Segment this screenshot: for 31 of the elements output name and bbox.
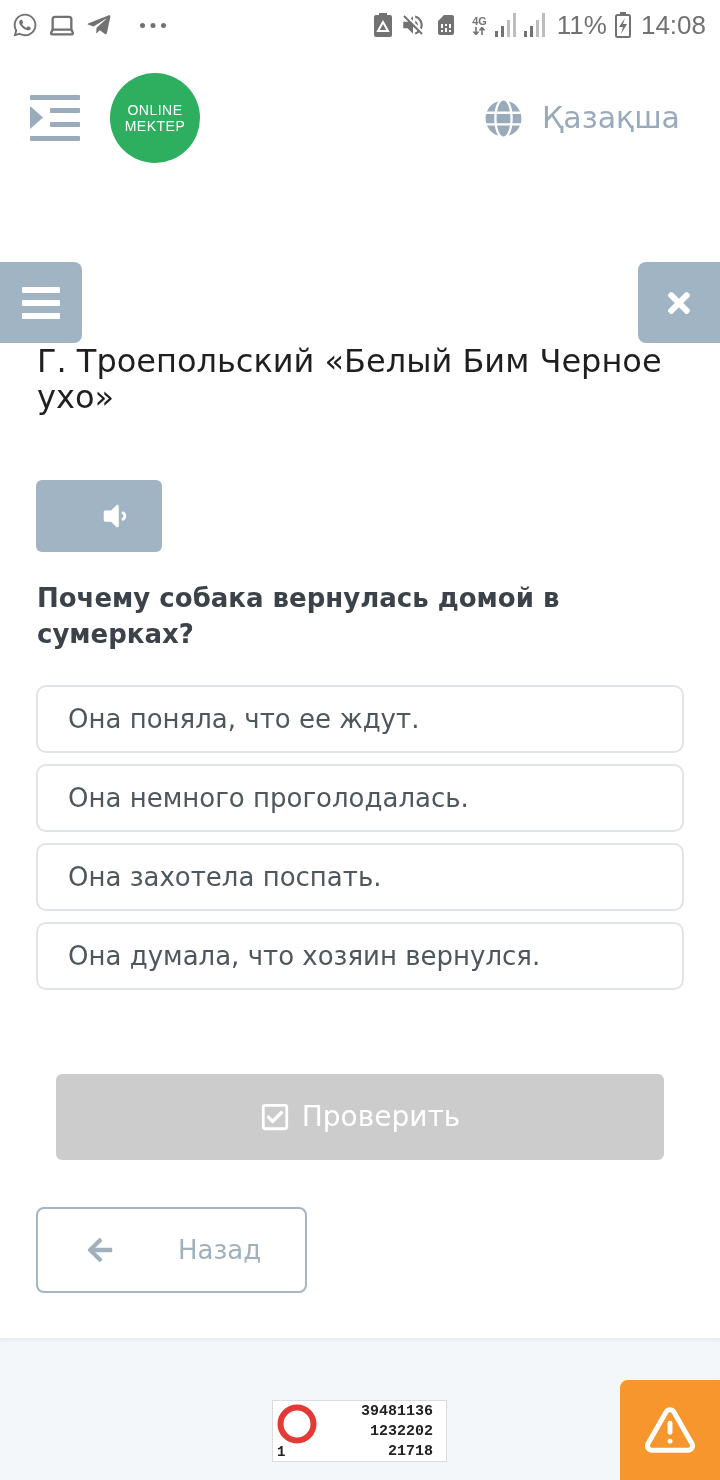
menu-icon [30, 95, 80, 141]
network-type-label: 4G [472, 15, 487, 27]
answer-option[interactable]: Она немного проголодалась. [36, 764, 684, 832]
audio-button[interactable] [36, 480, 162, 552]
battery-percentage: 11% [556, 10, 607, 40]
menu-button[interactable] [30, 95, 80, 141]
more-icon [140, 22, 166, 28]
globe-icon [485, 99, 522, 137]
signal-strength-icon [494, 13, 516, 37]
counter-value: 21718 [388, 1442, 433, 1462]
counter-corner-digit: 1 [277, 1444, 287, 1460]
question-text: Почему собака вернулась домой в сумерках? [36, 582, 561, 651]
report-button[interactable] [620, 1380, 720, 1480]
signal-strength-icon [523, 13, 545, 37]
battery-charging-icon [614, 12, 631, 38]
answer-option[interactable]: Она думала, что хозяин вернулся. [36, 922, 684, 990]
counter-value: 39481136 [361, 1402, 433, 1422]
counter-value: 1232202 [370, 1422, 433, 1442]
sidebar-toggle-button[interactable] [0, 262, 82, 343]
clock-time: 14:08 [640, 10, 706, 40]
left-arrow-icon [86, 1236, 114, 1264]
lesson-title: Г. Троепольский «Белый Бим Черное ухо» [36, 343, 663, 415]
chat-bubble-phone-icon [12, 12, 38, 38]
answer-option[interactable]: Она захотела поспать. [36, 843, 684, 911]
ring-icon [277, 1404, 317, 1444]
checkbox-tick-icon [259, 1102, 290, 1132]
answer-option[interactable]: Она поняла, что ее ждут. [36, 685, 684, 753]
data-arrows-icon [473, 27, 486, 35]
hamburger-icon [22, 286, 60, 319]
close-button[interactable] [638, 262, 720, 343]
battery-saver-icon [374, 13, 393, 37]
